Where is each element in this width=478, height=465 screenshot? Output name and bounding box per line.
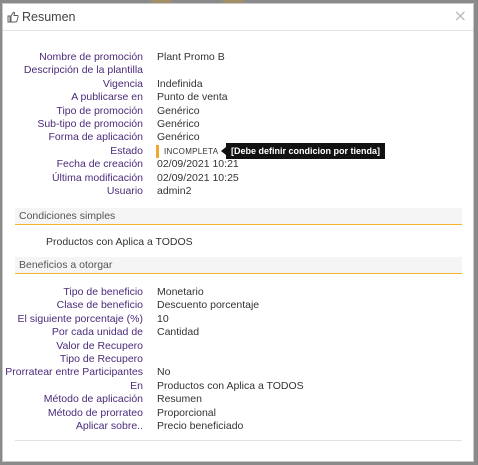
field-label: Nombre de promoción xyxy=(39,51,143,63)
field-value: Resumen xyxy=(157,393,202,406)
field-label: El siguiente porcentaje (%) xyxy=(17,312,143,325)
field-value: admin2 xyxy=(157,185,192,197)
field-label: Vigencia xyxy=(102,77,143,90)
benefit-row: En Productos con Aplica a TODOS xyxy=(3,380,473,393)
summary-row: Sub-tipo de promoción Genérico xyxy=(3,118,473,131)
summary-row: Fecha de creación 02/09/2021 10:21 xyxy=(3,158,473,171)
field-label: A publicarse en xyxy=(71,91,143,104)
field-value: 02/09/2021 10:25 xyxy=(157,171,239,184)
benefit-row: Clase de beneficio Descuento porcentaje xyxy=(3,299,473,312)
field-value: Descuento porcentaje xyxy=(157,299,260,312)
dialog-title-wrap: Resumen xyxy=(7,10,76,24)
field-label: Por cada unidad de xyxy=(51,326,143,339)
dialog-header: Resumen × xyxy=(3,4,473,31)
summary-dialog: Resumen × Nombre de promoción Plant Promo… xyxy=(2,3,474,462)
field-value: Monetario xyxy=(157,286,204,298)
field-value: Indefinida xyxy=(157,77,203,90)
thumbs-up-icon xyxy=(7,11,19,23)
field-label: Valor de Recupero xyxy=(56,339,143,352)
field-label: Tipo de beneficio xyxy=(63,286,143,298)
field-label: Prorratear entre Participantes xyxy=(5,366,143,379)
benefit-row: Tipo de beneficio Monetario xyxy=(3,286,473,299)
field-label: Sub-tipo de promoción xyxy=(37,118,143,130)
benefit-row: Tipo de Recupero xyxy=(3,353,473,366)
field-value: Cantidad xyxy=(157,326,200,339)
summary-row: A publicarse en Punto de venta xyxy=(3,91,473,104)
field-label: Descripción de la plantilla xyxy=(23,64,143,77)
field-value: Productos con Aplica a TODOS xyxy=(157,379,304,392)
benefit-row: Valor de Recupero xyxy=(3,340,473,353)
summary-row: Tipo de promoción Genérico xyxy=(3,105,473,118)
benefit-row: Por cada unidad de Cantidad xyxy=(3,326,473,339)
field-value: Proporcional xyxy=(157,406,216,419)
summary-row: Usuario admin2 xyxy=(3,185,473,198)
field-label: Clase de beneficio xyxy=(56,299,143,312)
status-tooltip: [Debe definir condicion por tienda] xyxy=(220,143,386,160)
dialog-body: Nombre de promoción Plant Promo B Descripc… xyxy=(3,31,473,461)
field-label: Usuario xyxy=(106,185,143,197)
field-label: Método de prorrateo xyxy=(47,406,143,419)
field-value: Genérico xyxy=(157,131,200,144)
field-label: Aplicar sobre.. xyxy=(75,420,143,432)
status-badge: INCOMPLETA xyxy=(156,144,218,158)
dialog-title: Resumen xyxy=(22,10,76,24)
summary-row: Vigencia Indefinida xyxy=(3,78,473,91)
summary-row: Nombre de promoción Plant Promo B xyxy=(3,51,473,64)
benefit-row: Método de aplicación Resumen xyxy=(3,393,473,406)
simple-condition-item: Productos con Aplica a TODOS xyxy=(46,236,193,248)
benefit-row: Aplicar sobre.. Precio beneficiado xyxy=(3,420,473,433)
field-value: Genérico xyxy=(157,104,200,117)
summary-row: Última modificación 02/09/2021 10:25 xyxy=(3,172,473,185)
benefit-row: El siguiente porcentaje (%) 10 xyxy=(3,313,473,326)
section-header-benefits: Beneficios a otorgar xyxy=(15,257,462,274)
field-label: Estado xyxy=(110,144,143,157)
field-label: Tipo de promoción xyxy=(56,104,143,117)
field-label: Tipo de Recupero xyxy=(59,353,143,365)
field-label: Fecha de creación xyxy=(56,158,143,171)
benefit-row: Prorratear entre Participantes No xyxy=(3,366,473,379)
footer-divider xyxy=(15,440,462,441)
section-header-simple-conditions: Condiciones simples xyxy=(15,208,462,225)
field-value: Plant Promo B xyxy=(157,51,225,63)
field-label: En xyxy=(130,379,143,392)
field-label: Método de aplicación xyxy=(43,393,143,406)
field-value: Genérico xyxy=(157,118,200,130)
field-value: 10 xyxy=(157,312,169,325)
summary-row: Descripción de la plantilla xyxy=(3,64,473,77)
field-value: Punto de venta xyxy=(157,91,228,104)
field-label: Última modificación xyxy=(51,171,143,184)
close-icon[interactable]: × xyxy=(454,7,467,25)
field-label: Forma de aplicación xyxy=(48,131,143,144)
field-value: No xyxy=(157,366,171,379)
field-value: 02/09/2021 10:21 xyxy=(157,158,239,171)
benefit-row: Método de prorrateo Proporcional xyxy=(3,407,473,420)
field-value: Precio beneficiado xyxy=(157,420,244,432)
